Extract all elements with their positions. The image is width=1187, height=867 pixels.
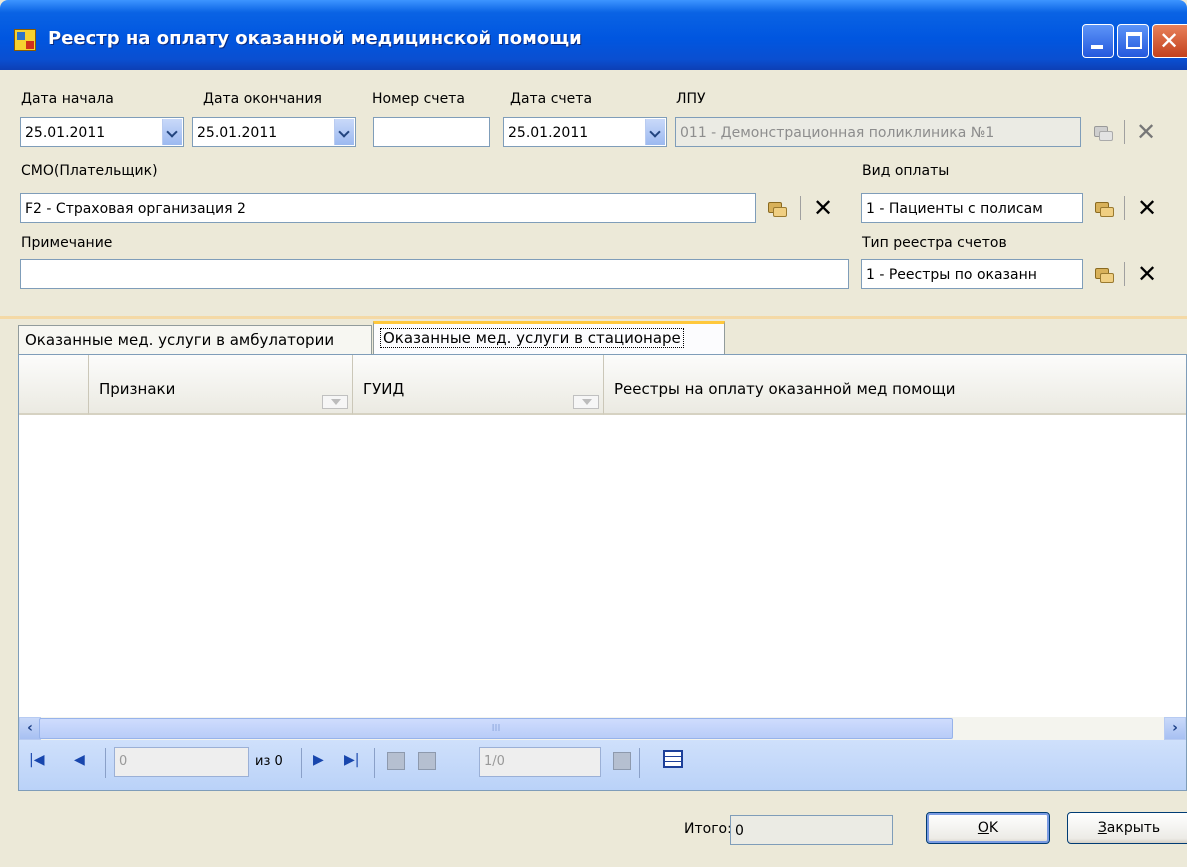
tab-inpatient-label: Оказанные мед. услуги в стационаре (380, 328, 684, 348)
invoice-date-picker[interactable]: 25.01.2011 (503, 117, 667, 147)
registry-type-label: Тип реестра счетов (862, 235, 1007, 251)
column-header-priznaki[interactable]: Признаки (89, 355, 353, 415)
invoice-number-input[interactable] (373, 117, 490, 147)
invoice-number-label: Номер счета (372, 91, 465, 107)
lpu-clear-button: ✕ (1128, 117, 1164, 147)
next-record-icon[interactable]: ▶ (313, 752, 324, 768)
lpu-reference-icon (1085, 117, 1121, 147)
filter-dropdown-icon[interactable] (322, 395, 348, 409)
scroll-left-icon[interactable]: ‹ (19, 717, 41, 740)
row-selector-header[interactable] (19, 355, 89, 415)
separator (105, 748, 106, 778)
payment-type-value: 1 - Пациенты с полисам (866, 201, 1043, 217)
close-button[interactable]: Закрыть (1067, 812, 1187, 844)
total-field: 0 (730, 815, 893, 845)
filter-dropdown-icon[interactable] (573, 395, 599, 409)
delete-record-icon[interactable] (418, 752, 436, 770)
registry-type-clear-button[interactable]: ✕ (1129, 259, 1165, 289)
close-mnemonic: З (1097, 820, 1107, 836)
payment-type-clear-button[interactable]: ✕ (1129, 193, 1165, 223)
column-header-label: Реестры на оплату оказанной мед помощи (614, 380, 956, 398)
tab-outpatient[interactable]: Оказанные мед. услуги в амбулатории (18, 325, 372, 354)
go-to-page-icon[interactable] (613, 752, 631, 770)
app-icon (14, 29, 36, 51)
smo-field[interactable]: F2 - Страховая организация 2 (20, 193, 756, 223)
smo-clear-button[interactable]: ✕ (805, 193, 841, 223)
lpu-field: 011 - Демонстрационная поликлиника №1 (675, 117, 1081, 147)
ok-mnemonic: O (977, 820, 989, 836)
separator (1124, 120, 1125, 144)
scroll-right-icon[interactable]: › (1164, 717, 1186, 740)
registry-type-value: 1 - Реестры по оказанн (866, 267, 1037, 283)
close-icon: ✕ (812, 194, 834, 222)
registry-window: Реестр на оплату оказанной медицинской п… (0, 0, 1187, 867)
table-settings-icon[interactable] (663, 750, 683, 768)
maximize-button[interactable] (1117, 24, 1149, 58)
column-header-registries[interactable]: Реестры на оплату оказанной мед помощи (604, 355, 1186, 415)
record-count-label: из 0 (255, 754, 283, 769)
chevron-down-icon[interactable] (645, 119, 665, 145)
ok-button[interactable]: OK (926, 812, 1050, 844)
smo-reference-button[interactable] (759, 193, 795, 223)
column-header-label: Признаки (99, 380, 176, 398)
close-icon: ✕ (1135, 118, 1157, 146)
note-label: Примечание (21, 235, 113, 251)
chevron-down-icon[interactable] (162, 119, 182, 145)
end-date-label: Дата окончания (203, 91, 322, 107)
lpu-label: ЛПУ (676, 91, 706, 107)
payment-type-field[interactable]: 1 - Пациенты с полисам (861, 193, 1083, 223)
invoice-date-value: 25.01.2011 (508, 125, 589, 141)
start-date-value: 25.01.2011 (25, 125, 106, 141)
close-label-rest: акрыть (1106, 820, 1161, 836)
separator (301, 748, 302, 778)
last-record-icon[interactable]: ▶| (344, 752, 359, 768)
window-title: Реестр на оплату оказанной медицинской п… (48, 28, 582, 49)
separator (1124, 196, 1125, 220)
maximize-icon (1126, 32, 1142, 49)
close-icon: ✕ (1159, 27, 1180, 55)
add-record-icon[interactable] (387, 752, 405, 770)
close-icon: ✕ (1136, 260, 1158, 288)
lpu-value: 011 - Демонстрационная поликлиника №1 (680, 125, 995, 141)
start-date-picker[interactable]: 25.01.2011 (20, 117, 184, 147)
separator (800, 196, 801, 220)
ok-label-rest: K (988, 820, 999, 836)
total-value: 0 (735, 823, 744, 839)
payment-type-label: Вид оплаты (862, 163, 950, 179)
chevron-down-icon[interactable] (334, 119, 354, 145)
separator (639, 748, 640, 778)
minimize-icon (1091, 45, 1103, 49)
close-window-button[interactable]: ✕ (1152, 24, 1187, 58)
smo-label: СМО(Плательщик) (21, 163, 158, 179)
previous-record-icon[interactable]: ◀ (74, 752, 85, 768)
record-navigator: |◀ ◀ 0 из 0 ▶ ▶| 1/0 (19, 740, 1186, 790)
end-date-value: 25.01.2011 (197, 125, 278, 141)
payment-type-reference-button[interactable] (1086, 193, 1122, 223)
invoice-date-label: Дата счета (510, 91, 593, 107)
note-input[interactable] (20, 259, 849, 289)
close-icon: ✕ (1136, 194, 1158, 222)
page-input[interactable]: 1/0 (479, 747, 601, 777)
services-grid[interactable]: Признаки ГУИД Реестры на оплату оказанно… (18, 354, 1187, 791)
minimize-button[interactable] (1082, 24, 1114, 58)
tab-inpatient[interactable]: Оказанные мед. услуги в стационаре (373, 321, 725, 355)
scrollbar-thumb[interactable]: III (39, 718, 953, 739)
registry-type-reference-button[interactable] (1086, 259, 1122, 289)
start-date-label: Дата начала (21, 91, 114, 107)
panel-splitter[interactable] (0, 316, 1187, 319)
total-label: Итого: (684, 821, 732, 837)
end-date-picker[interactable]: 25.01.2011 (192, 117, 356, 147)
first-record-icon[interactable]: |◀ (29, 752, 44, 768)
horizontal-scrollbar[interactable]: ‹ III › (19, 717, 1186, 740)
separator (374, 748, 375, 778)
smo-value: F2 - Страховая организация 2 (25, 201, 246, 217)
title-bar[interactable]: Реестр на оплату оказанной медицинской п… (0, 0, 1187, 70)
column-header-guid[interactable]: ГУИД (353, 355, 604, 415)
separator (1124, 262, 1125, 286)
column-header-label: ГУИД (363, 380, 405, 398)
record-position-input[interactable]: 0 (114, 747, 249, 777)
registry-type-field[interactable]: 1 - Реестры по оказанн (861, 259, 1083, 289)
